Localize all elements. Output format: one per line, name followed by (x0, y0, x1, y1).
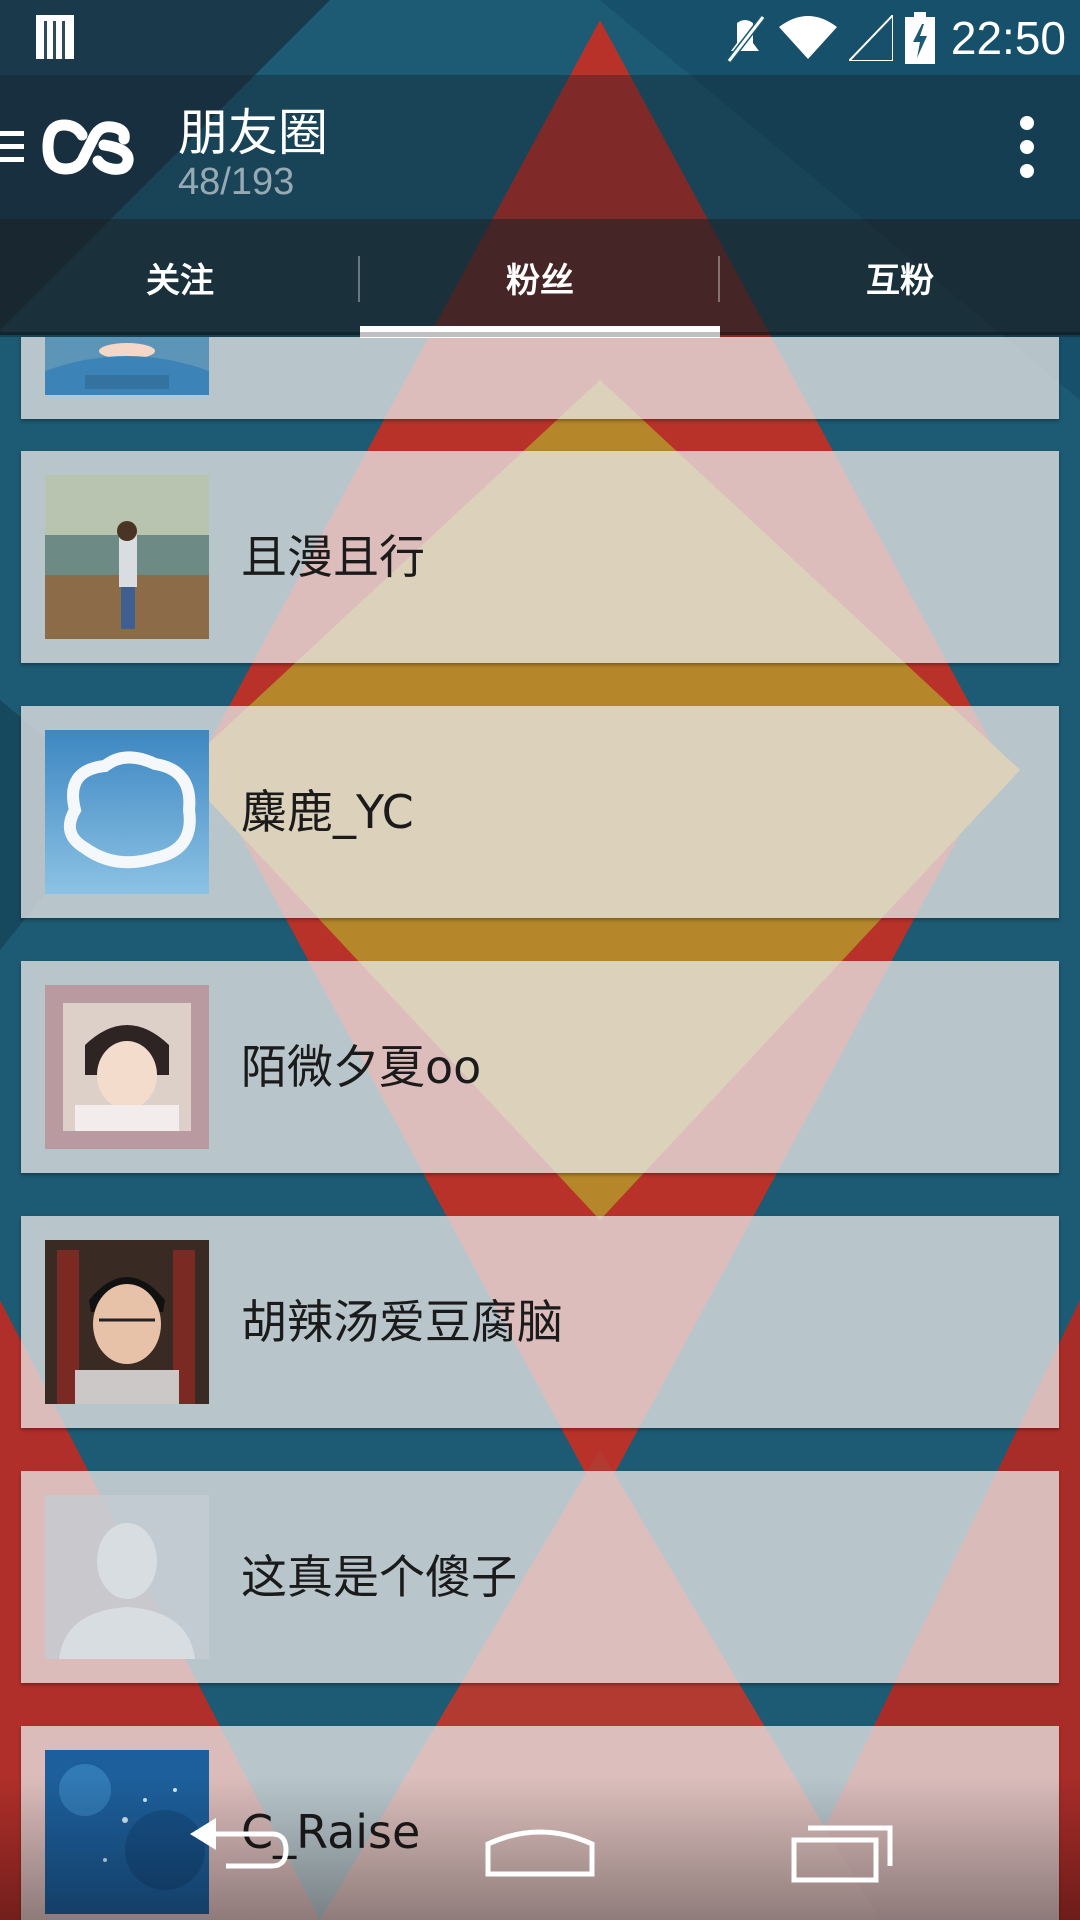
recent-apps-icon[interactable] (790, 1814, 896, 1886)
tab-fans[interactable]: 粉丝 (360, 219, 720, 338)
hamburger-icon[interactable] (0, 125, 26, 169)
list-item[interactable]: 陌微夕夏oo (21, 961, 1059, 1173)
avatar (45, 475, 209, 639)
home-icon[interactable] (484, 1814, 596, 1886)
cloud-heart-photo (45, 730, 209, 894)
lastfm-logo[interactable] (42, 115, 136, 179)
tab-label: 关注 (146, 260, 214, 301)
page-title: 朋友圈 (178, 104, 328, 162)
tab-bar: 关注 粉丝 互粉 (0, 219, 1080, 338)
user-name: 麋鹿_YC (241, 785, 414, 839)
list-item[interactable]: 胡辣汤爱豆腐脑 (21, 1216, 1059, 1428)
tab-label: 互粉 (866, 260, 934, 301)
mute-icon (726, 14, 766, 63)
tab-mutual[interactable]: 互粉 (720, 219, 1080, 335)
list-item[interactable] (21, 337, 1059, 419)
list-item[interactable]: 这真是个傻子 (21, 1471, 1059, 1683)
navigation-bar (0, 1776, 1080, 1920)
user-name: 这真是个傻子 (241, 1550, 517, 1604)
list-item[interactable]: 且漫且行 (21, 451, 1059, 663)
tab-label: 粉丝 (506, 260, 574, 301)
wifi-icon (778, 15, 837, 59)
boy-glasses-photo (45, 1240, 209, 1404)
beach-photo (45, 475, 209, 639)
default-avatar-placeholder (45, 1495, 209, 1659)
follower-count: 48/193 (178, 161, 295, 203)
signal-icon (848, 14, 893, 61)
tab-following[interactable]: 关注 (0, 219, 360, 335)
notification-icon (36, 15, 74, 59)
avatar (45, 337, 209, 395)
berlin-shirt-photo (45, 337, 209, 395)
tab-shadow (0, 332, 1080, 337)
avatar (45, 985, 209, 1149)
follower-list[interactable]: 且漫且行 麋鹿_YC 陌微夕夏oo 胡辣汤爱豆腐脑 这真是个傻子 (0, 337, 1080, 1920)
back-icon[interactable] (186, 1814, 292, 1886)
user-name: 且漫且行 (241, 530, 425, 584)
avatar (45, 1495, 209, 1659)
action-bar: 朋友圈 48/193 (0, 75, 1080, 219)
list-item[interactable]: 麋鹿_YC (21, 706, 1059, 918)
avatar (45, 730, 209, 894)
overflow-menu-icon[interactable] (1014, 115, 1040, 179)
status-bar: 22:50 (0, 0, 1080, 75)
user-name: 胡辣汤爱豆腐脑 (241, 1295, 563, 1349)
clock: 22:50 (950, 11, 1066, 64)
girl-peace-sign-photo (45, 985, 209, 1149)
battery-charging-icon (904, 11, 935, 64)
user-name: 陌微夕夏oo (241, 1040, 482, 1094)
avatar (45, 1240, 209, 1404)
